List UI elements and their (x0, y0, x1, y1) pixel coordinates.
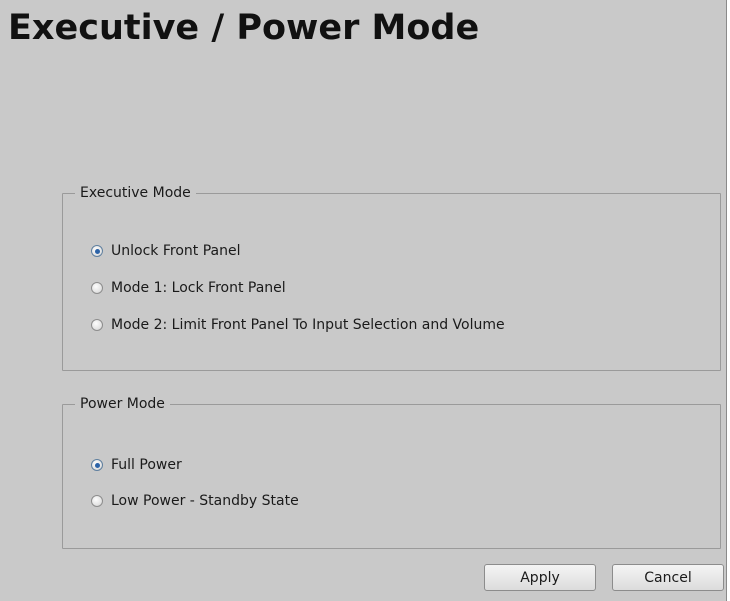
page-title: Executive / Power Mode (8, 8, 480, 48)
radio-low-power-standby[interactable]: Low Power - Standby State (91, 491, 299, 511)
executive-mode-legend: Executive Mode (75, 184, 196, 202)
radio-full-power[interactable]: Full Power (91, 455, 182, 475)
cancel-button[interactable]: Cancel (612, 564, 724, 591)
power-mode-group: Power Mode Full Power Low Power - Standb… (62, 395, 721, 549)
radio-checked-icon[interactable] (91, 459, 103, 471)
radio-label: Low Power - Standby State (111, 493, 299, 509)
radio-label: Unlock Front Panel (111, 243, 241, 259)
settings-panel: Executive / Power Mode Executive Mode Un… (0, 0, 727, 601)
radio-label: Mode 2: Limit Front Panel To Input Selec… (111, 317, 505, 333)
radio-unchecked-icon[interactable] (91, 495, 103, 507)
radio-checked-icon[interactable] (91, 245, 103, 257)
radio-unchecked-icon[interactable] (91, 282, 103, 294)
radio-label: Mode 1: Lock Front Panel (111, 280, 286, 296)
executive-mode-group: Executive Mode Unlock Front Panel Mode 1… (62, 184, 721, 371)
radio-unchecked-icon[interactable] (91, 319, 103, 331)
power-mode-legend: Power Mode (75, 395, 170, 413)
radio-label: Full Power (111, 457, 182, 473)
radio-mode-1-lock-front-panel[interactable]: Mode 1: Lock Front Panel (91, 278, 286, 298)
apply-button[interactable]: Apply (484, 564, 596, 591)
radio-mode-2-limit-front-panel[interactable]: Mode 2: Limit Front Panel To Input Selec… (91, 315, 505, 335)
radio-unlock-front-panel[interactable]: Unlock Front Panel (91, 241, 240, 261)
